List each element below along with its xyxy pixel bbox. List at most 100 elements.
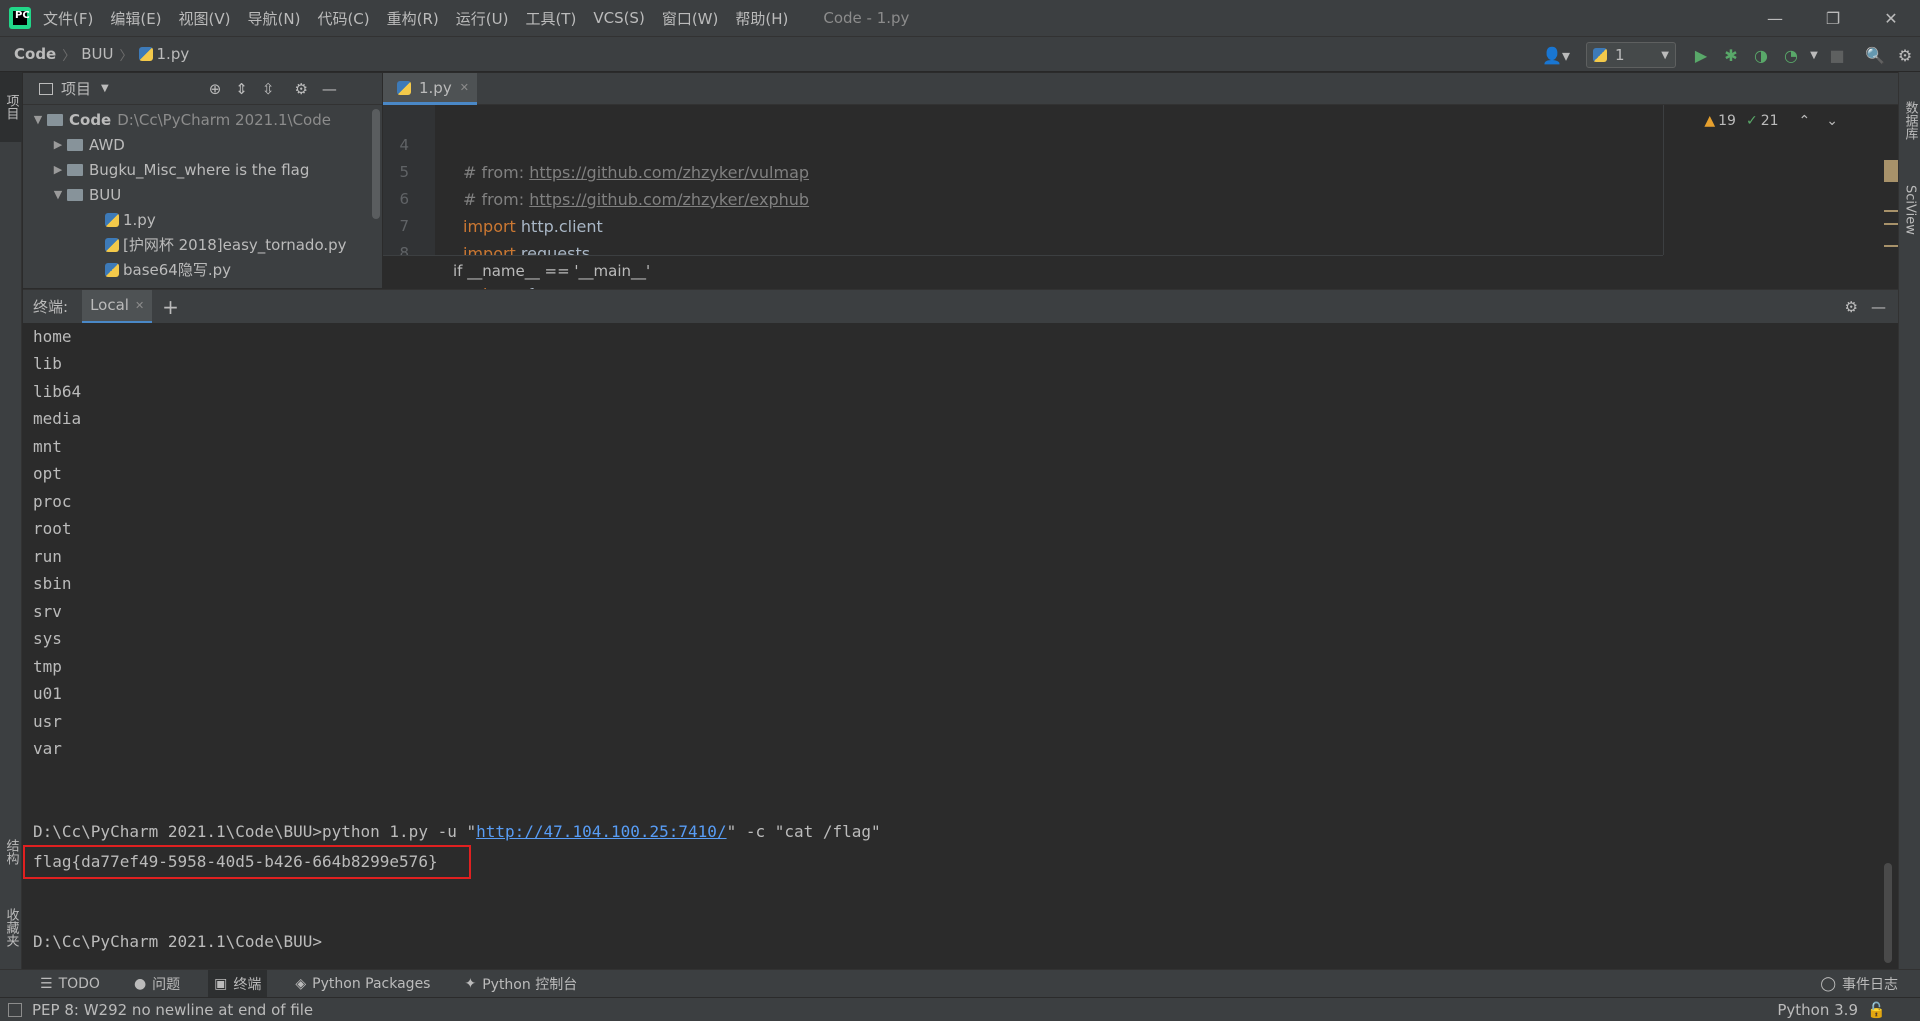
code-link[interactable]: https://github.com/zhzyker/vulmap — [529, 163, 809, 182]
gear-icon[interactable]: ⚙ — [1845, 298, 1858, 316]
terminal-output[interactable]: home lib lib64 media mnt opt proc root r… — [23, 323, 1898, 968]
menu-help[interactable]: 帮助(H) — [735, 8, 788, 29]
chevron-right-icon: 〉 — [119, 48, 133, 64]
chevron-right-icon[interactable]: ▶ — [49, 138, 67, 151]
tab-sciview[interactable]: SciView — [1899, 170, 1920, 250]
settings-icon[interactable]: ⚙ — [1890, 40, 1920, 70]
debug-icon[interactable]: ✱ — [1716, 40, 1746, 70]
problems-tool-button[interactable]: ● 问题 — [128, 970, 186, 998]
code-link[interactable]: https://github.com/zhzyker/exphub — [529, 190, 809, 209]
command-url-link[interactable]: http://47.104.100.25:7410/ — [476, 822, 726, 841]
terminal-label: 终端 — [233, 976, 262, 993]
tree-item-label: base64隐写.py — [123, 261, 232, 279]
tab-structure[interactable]: 结构 — [0, 822, 22, 882]
terminal-title: 终端: — [33, 298, 69, 316]
coverage-icon[interactable]: ◑ — [1746, 40, 1776, 70]
chevron-down-icon[interactable]: ⌄ — [1826, 113, 1838, 129]
inspection-widget[interactable]: ▲ 19 ✓ 21 ⌃ ⌄ — [1704, 113, 1838, 129]
terminal-line: opt — [33, 464, 62, 483]
terminal-line: srv — [33, 602, 62, 621]
breadcrumb-file[interactable]: 1.py — [157, 45, 190, 63]
close-icon[interactable]: ✕ — [460, 81, 469, 94]
code-editor[interactable]: 4 # from: https://github.com/zhzyker/vul… — [383, 105, 1898, 290]
user-icon[interactable]: 👤▾ — [1536, 40, 1576, 70]
project-panel-header: 项目 ▼ ⊕ ⇕ ⇳ ⚙ — — [23, 73, 382, 105]
project-panel-title[interactable]: 项目 — [61, 78, 91, 99]
tool-windows-icon[interactable] — [8, 1002, 22, 1017]
error-stripe-mark — [1884, 245, 1898, 247]
tab-favorites[interactable]: 收藏夹 — [0, 892, 22, 962]
menu-code[interactable]: 代码(C) — [317, 8, 369, 29]
terminal-tab-local[interactable]: Local ✕ — [82, 289, 153, 324]
python-console-tool-button[interactable]: ✦ Python 控制台 — [458, 970, 583, 998]
project-scrollbar[interactable] — [372, 109, 380, 219]
menu-navigate[interactable]: 导航(N) — [248, 8, 301, 29]
tree-item-root[interactable]: ▼ Code D:\Cc\PyCharm 2021.1\Code — [23, 107, 382, 132]
event-log-tool-button[interactable]: ◯ 事件日志 — [1814, 970, 1904, 998]
menu-vcs[interactable]: VCS(S) — [593, 9, 644, 27]
bottom-tool-bar: ☰ TODO ● 问题 ▣ 终端 ◈ Python Packages ✦ Pyt… — [0, 969, 1920, 998]
menu-view[interactable]: 视图(V) — [179, 8, 231, 29]
run-config-select[interactable]: 1 ▼ — [1586, 42, 1676, 68]
locate-icon[interactable]: ⊕ — [209, 80, 222, 98]
tab-database[interactable]: 数据库 — [1899, 80, 1920, 160]
profile-icon[interactable]: ◔ — [1776, 40, 1806, 70]
python-packages-tool-button[interactable]: ◈ Python Packages — [289, 970, 436, 998]
tab-project[interactable]: 项目 — [0, 72, 22, 142]
add-tab-icon[interactable]: + — [162, 295, 179, 319]
terminal-tool-button[interactable]: ▣ 终端 — [208, 969, 268, 998]
more-run-icon[interactable]: ▼ — [1806, 40, 1822, 70]
lock-icon[interactable]: 🔓 — [1867, 1001, 1886, 1019]
right-margin-line — [1663, 105, 1664, 255]
error-stripe-mark — [1884, 210, 1898, 212]
expand-all-icon[interactable]: ⇕ — [235, 80, 248, 98]
close-button[interactable]: ✕ — [1862, 0, 1920, 36]
menu-tools[interactable]: 工具(T) — [525, 8, 576, 29]
close-icon[interactable]: ✕ — [135, 299, 144, 312]
stop-icon[interactable]: ■ — [1822, 40, 1852, 70]
gear-icon[interactable]: ⚙ — [294, 80, 307, 98]
tree-item-file[interactable]: base64隐写.py — [23, 257, 382, 282]
menu-file[interactable]: 文件(F) — [43, 8, 93, 29]
tree-item-bugku[interactable]: ▶ Bugku_Misc_where is the flag — [23, 157, 382, 182]
collapse-all-icon[interactable]: ⇳ — [262, 80, 275, 98]
tree-item-file[interactable]: 1.py — [23, 207, 382, 232]
breadcrumb-buu[interactable]: BUU — [81, 45, 113, 63]
chevron-down-icon[interactable]: ▼ — [49, 188, 67, 201]
tree-item-buu[interactable]: ▼ BUU — [23, 182, 382, 207]
terminal-header: 终端: Local ✕ + ⚙ — — [23, 289, 1898, 324]
tree-item-label: Code — [69, 110, 112, 129]
hide-icon[interactable]: — — [322, 80, 337, 98]
terminal-line: var — [33, 739, 62, 758]
python-packages-label: Python Packages — [312, 975, 431, 992]
menu-refactor[interactable]: 重构(R) — [387, 8, 439, 29]
interpreter-indicator[interactable]: Python 3.9 — [1777, 1001, 1858, 1019]
hide-icon[interactable]: — — [1871, 298, 1886, 316]
terminal-scrollbar[interactable] — [1884, 863, 1892, 963]
menu-window[interactable]: 窗口(W) — [662, 8, 719, 29]
tree-item-file[interactable]: [护网杯 2018]easy_tornado.py — [23, 232, 382, 257]
menu-edit[interactable]: 编辑(E) — [110, 8, 161, 29]
right-tool-stripe: 数据库 SciView — [1898, 72, 1920, 972]
chevron-down-icon[interactable]: ▼ — [101, 83, 109, 94]
navigation-bar: Code 〉 BUU 〉 1.py 👤▾ 1 ▼ ▶ ✱ ◑ ◔ ▼ ■ 🔍 ⚙ — [0, 36, 1920, 72]
status-message[interactable]: PEP 8: W292 no newline at end of file — [32, 1001, 313, 1019]
run-icon[interactable]: ▶ — [1686, 40, 1716, 70]
search-icon[interactable]: 🔍 — [1860, 40, 1890, 70]
chevron-right-icon: 〉 — [62, 48, 76, 64]
restore-button[interactable]: ❐ — [1804, 0, 1862, 36]
tree-item-awd[interactable]: ▶ AWD — [23, 132, 382, 157]
chevron-right-icon[interactable]: ▶ — [49, 163, 67, 176]
terminal-line: root — [33, 519, 72, 538]
minimize-button[interactable]: — — [1746, 0, 1804, 36]
chevron-down-icon[interactable]: ▼ — [29, 113, 47, 126]
code-breadcrumb[interactable]: if __name__ == '__main__' — [453, 262, 650, 280]
chevron-up-icon[interactable]: ⌃ — [1799, 113, 1811, 129]
breadcrumb-code[interactable]: Code — [14, 45, 56, 63]
menu-run[interactable]: 运行(U) — [456, 8, 509, 29]
window-title: Code - 1.py — [823, 9, 910, 27]
todo-tool-button[interactable]: ☰ TODO — [34, 970, 106, 998]
editor-tab-active[interactable]: 1.py ✕ — [383, 73, 477, 105]
folder-icon — [47, 113, 63, 126]
python-console-icon: ✦ — [464, 975, 477, 992]
